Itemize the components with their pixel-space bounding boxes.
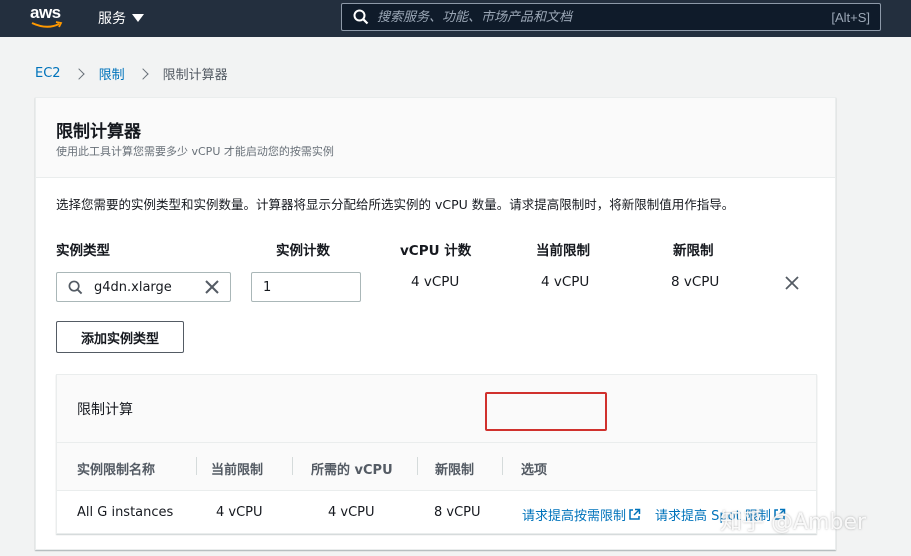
column-instance-count: 实例计数: [276, 243, 330, 259]
services-menu-button[interactable]: 服务: [98, 8, 144, 28]
services-label: 服务: [98, 11, 126, 27]
external-link-icon: [629, 508, 641, 520]
th-new-limit: 新限制: [435, 463, 475, 478]
remove-row-icon[interactable]: [784, 275, 800, 291]
column-divider: [417, 457, 418, 475]
search-shortcut-hint: [Alt+S]: [831, 9, 870, 25]
column-divider: [292, 457, 293, 475]
request-on-demand-increase-link[interactable]: 请求提高按需限制: [522, 505, 641, 524]
container-header: 限制计算器 使用此工具计算您需要多少 vCPU 才能启动您的按需实例: [36, 98, 835, 178]
logo-text: aws: [30, 3, 61, 22]
column-new-limit: 新限制: [673, 243, 714, 259]
column-instance-type: 实例类型: [56, 243, 110, 259]
limit-calculation-title: 限制计算: [77, 402, 133, 418]
limit-calculation-panel: 限制计算 实例限制名称 当前限制 所需的 vCPU 新限制 选项 All G i…: [56, 374, 817, 534]
current-limit-value: 4 vCPU: [541, 274, 590, 290]
limit-calculation-header: 限制计算: [57, 375, 816, 443]
instance-type-value: g4dn.xlarge: [94, 279, 172, 295]
breadcrumb-ec2[interactable]: EC2: [35, 66, 61, 81]
instance-type-field[interactable]: g4dn.xlarge: [56, 272, 231, 302]
column-divider: [196, 457, 197, 475]
th-required-vcpu: 所需的 vCPU: [311, 463, 393, 478]
aws-logo[interactable]: aws: [30, 4, 66, 32]
breadcrumb-limits[interactable]: 限制: [99, 64, 125, 83]
instance-count-input[interactable]: [251, 272, 361, 302]
chevron-right-icon: [136, 67, 149, 80]
search-icon: [353, 9, 369, 25]
aws-smile-icon: [31, 21, 63, 28]
td-current-limit: 4 vCPU: [216, 505, 263, 520]
column-current-limit: 当前限制: [536, 243, 590, 259]
caret-down-icon: [132, 14, 144, 22]
search-icon: [68, 280, 83, 294]
add-instance-type-button[interactable]: 添加实例类型: [56, 321, 184, 353]
breadcrumb-current: 限制计算器: [162, 68, 228, 83]
search-input[interactable]: [377, 9, 832, 25]
column-divider: [502, 457, 503, 475]
column-vcpu-count: vCPU 计数: [400, 243, 472, 259]
page-title: 限制计算器: [56, 122, 141, 142]
th-limit-name: 实例限制名称: [77, 463, 156, 478]
search-box[interactable]: [Alt+S]: [341, 3, 881, 31]
td-limit-name: All G instances: [77, 505, 174, 520]
intro-text: 选择您需要的实例类型和实例数量。计算器将显示分配给所选实例的 vCPU 数量。请…: [56, 197, 735, 212]
new-limit-value: 8 vCPU: [671, 274, 720, 290]
breadcrumb: EC2 限制 限制计算器: [35, 64, 228, 83]
td-new-limit: 8 vCPU: [434, 505, 481, 520]
chevron-right-icon: [72, 67, 85, 80]
vcpu-count-value: 4 vCPU: [411, 274, 460, 290]
watermark-text: 知乎 @Amber: [720, 510, 867, 535]
limit-calculator-container: 限制计算器 使用此工具计算您需要多少 vCPU 才能启动您的按需实例 选择您需要…: [35, 97, 836, 550]
table-header: 实例限制名称 当前限制 所需的 vCPU 新限制 选项: [57, 443, 816, 491]
request-on-demand-label: 请求提高按需限制: [522, 509, 627, 524]
add-instance-type-label: 添加实例类型: [80, 331, 159, 347]
clear-icon[interactable]: [204, 279, 220, 295]
page-subtitle: 使用此工具计算您需要多少 vCPU 才能启动您的按需实例: [56, 145, 334, 158]
td-required-vcpu: 4 vCPU: [328, 505, 375, 520]
top-navigation-bar: aws 服务 [Alt+S]: [0, 0, 911, 37]
th-options: 选项: [521, 463, 548, 478]
th-current-limit: 当前限制: [211, 463, 264, 478]
